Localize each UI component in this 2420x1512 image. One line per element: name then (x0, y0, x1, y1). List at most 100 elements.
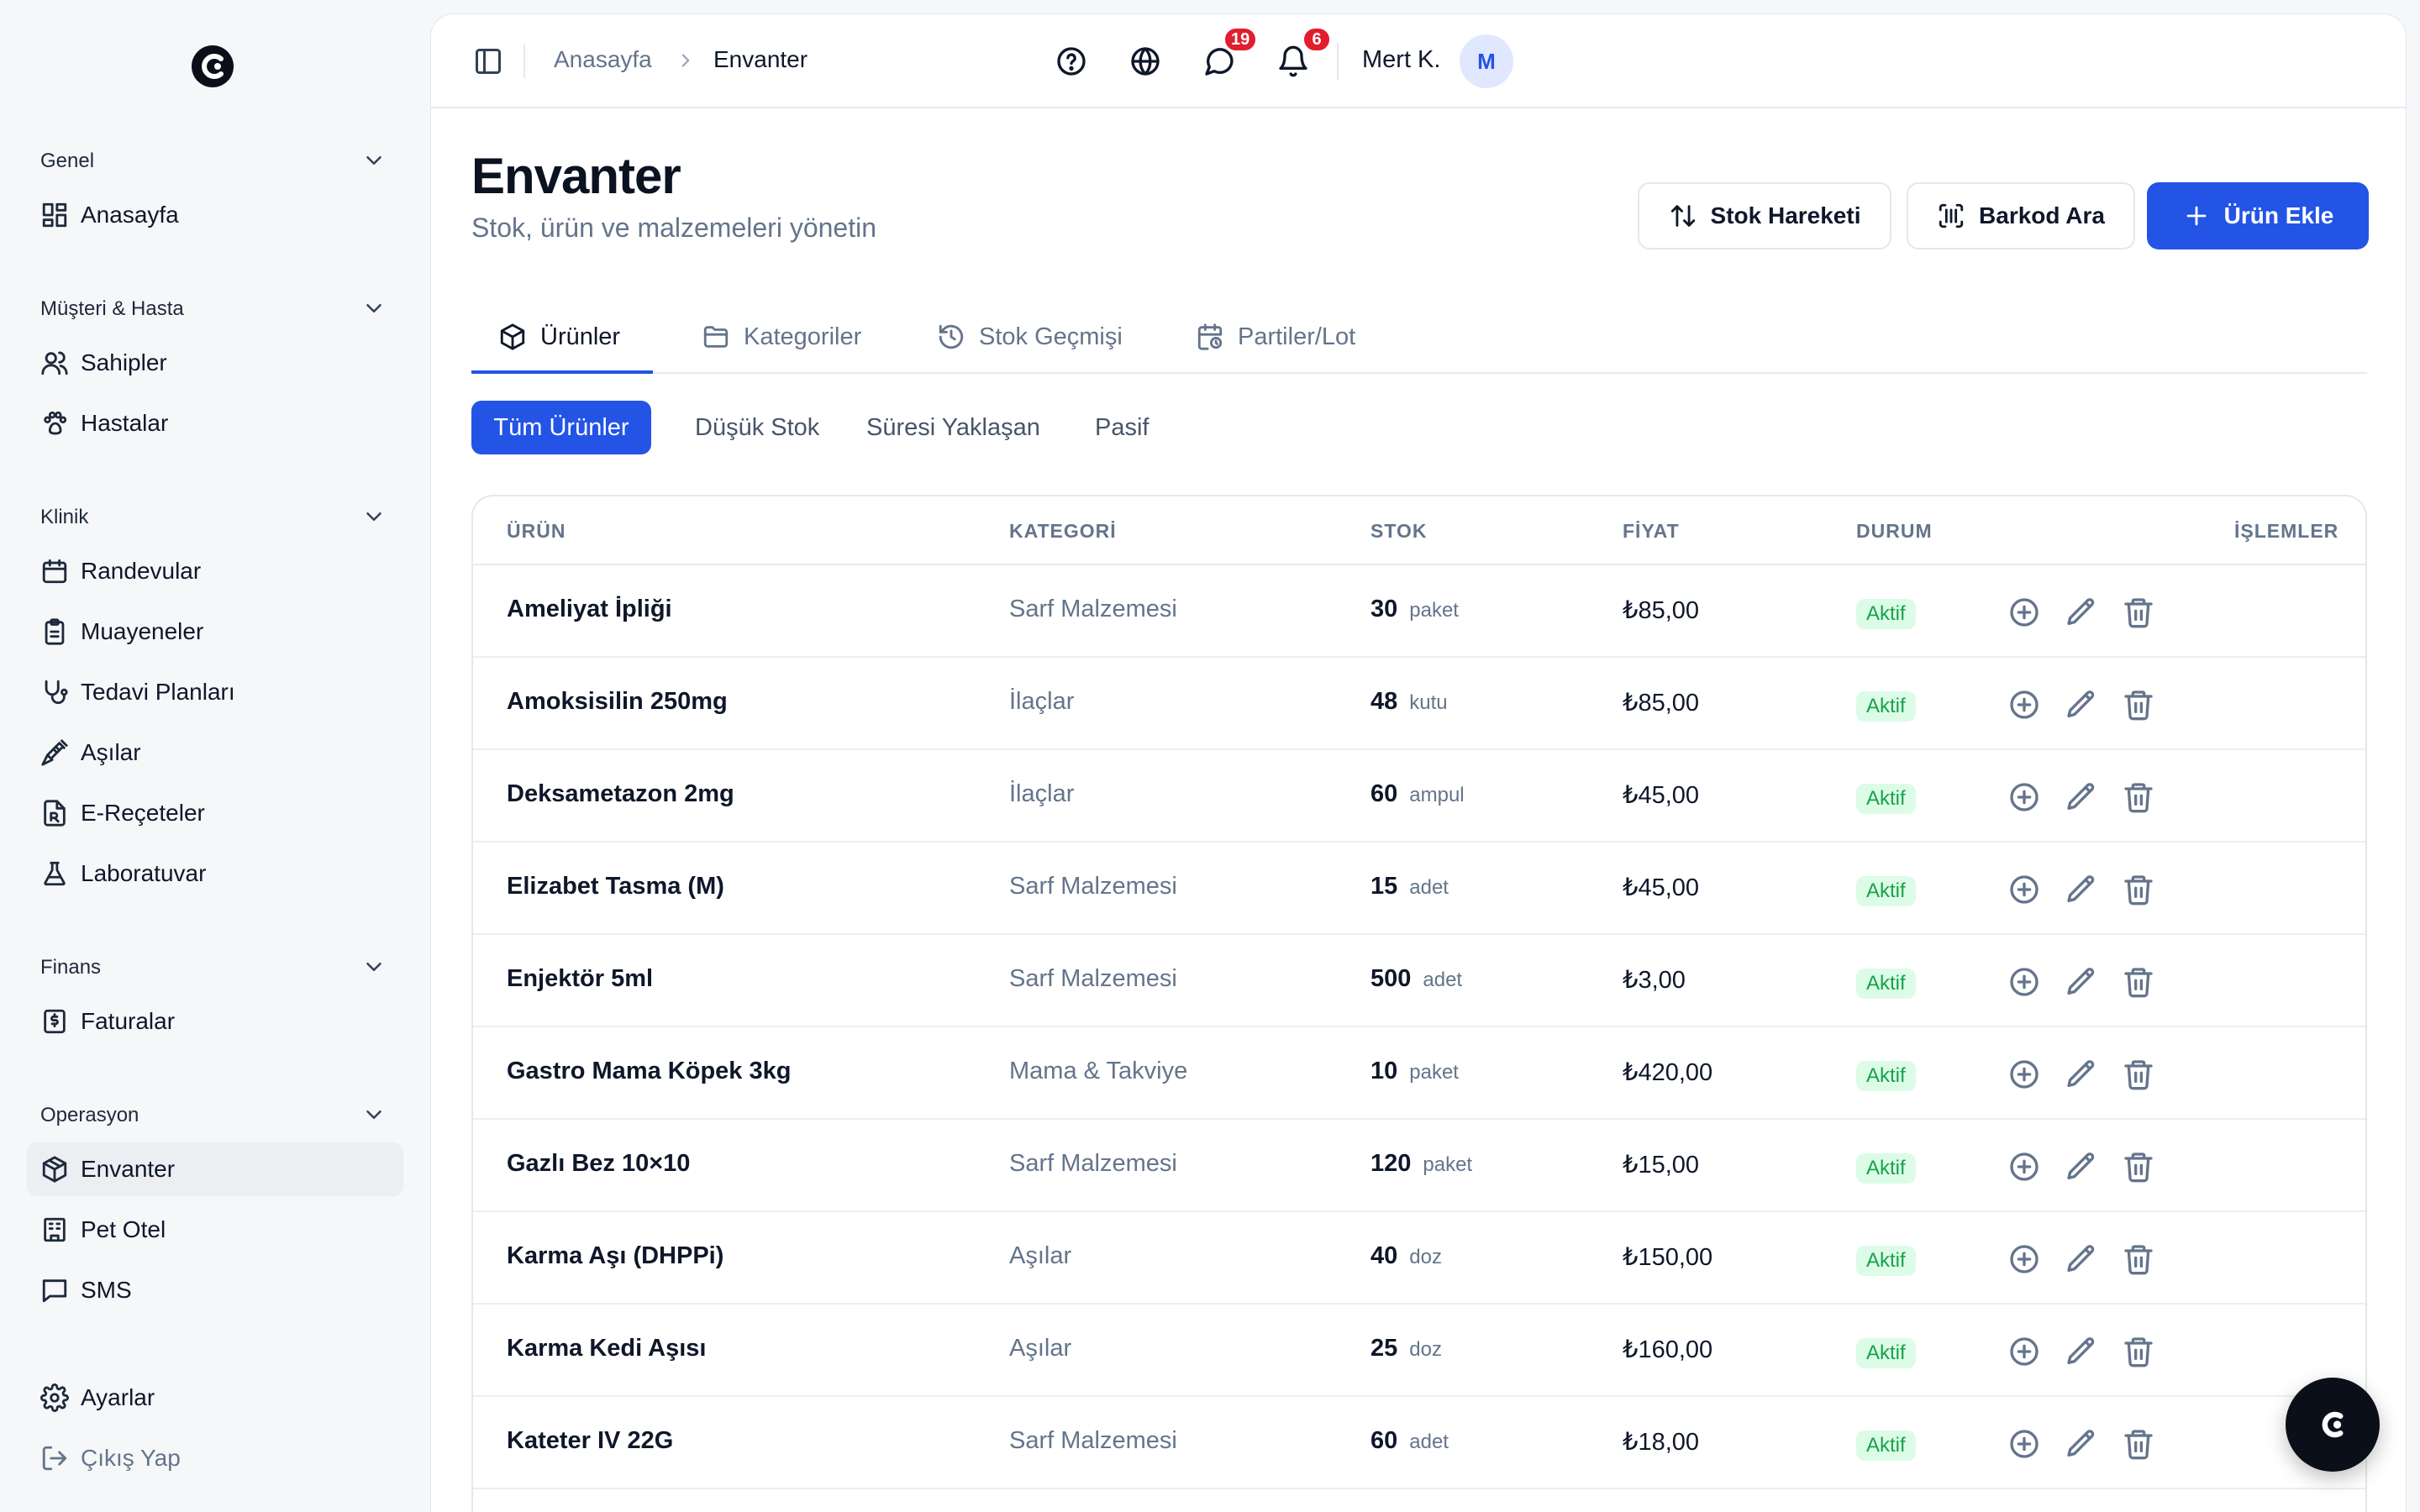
sidebar-item-anasayfa[interactable]: Anasayfa (27, 188, 403, 242)
add-stock-icon[interactable] (2007, 596, 2041, 629)
table-row[interactable]: Karma Kedi Aşısı Aşılar 25 doz ₺160,00 Aktif (473, 1305, 2365, 1397)
table-row[interactable]: Ameliyat İpliği Sarf Malzemesi 30 paket ₺85,… (473, 565, 2365, 658)
edit-icon[interactable] (2065, 688, 2098, 722)
column-header-product[interactable]: ÜRÜN (507, 520, 566, 543)
add-stock-icon[interactable] (2007, 688, 2041, 722)
chevron-down-icon[interactable] (361, 954, 387, 979)
table-row[interactable]: Gastro Mama Köpek 3kg Mama & Takviye 10 pak… (473, 1027, 2365, 1120)
edit-icon[interactable] (2065, 965, 2098, 999)
sidebar-item-cikis-yap[interactable]: Çıkış Yap (27, 1431, 403, 1485)
product-name[interactable]: Enjektör 5ml (507, 965, 653, 993)
add-stock-icon[interactable] (2007, 780, 2041, 814)
avatar[interactable]: M (1460, 34, 1513, 88)
sidebar-item-asilar[interactable]: Aşılar (27, 726, 403, 780)
chevron-down-icon[interactable] (361, 504, 387, 529)
product-category: Aşılar (1009, 1335, 1072, 1362)
product-name[interactable]: Karma Kedi Aşısı (507, 1335, 706, 1362)
bell-icon[interactable] (1276, 45, 1310, 78)
add-stock-icon[interactable] (2007, 1058, 2041, 1091)
add-stock-icon[interactable] (2007, 965, 2041, 999)
messages-badge: 19 (1223, 26, 1259, 53)
sidebar-item-faturalar[interactable]: Faturalar (27, 995, 403, 1048)
sidebar-item-laboratuvar[interactable]: Laboratuvar (27, 847, 403, 900)
delete-icon[interactable] (2122, 1335, 2155, 1368)
chevron-down-icon[interactable] (361, 1102, 387, 1127)
sidebar-item-sms[interactable]: SMS (27, 1263, 403, 1317)
product-name[interactable]: Amoksisilin 250mg (507, 688, 728, 716)
edit-icon[interactable] (2065, 596, 2098, 629)
sidebar-toggle-icon[interactable] (473, 46, 503, 76)
chevron-down-icon[interactable] (361, 148, 387, 173)
product-name[interactable]: Karma Aşı (DHPPi) (507, 1242, 723, 1270)
tab-urunler[interactable]: Ürünler (498, 300, 620, 374)
chevron-down-icon[interactable] (361, 296, 387, 321)
edit-icon[interactable] (2065, 873, 2098, 906)
delete-icon[interactable] (2122, 1427, 2155, 1461)
edit-icon[interactable] (2065, 780, 2098, 814)
filter-all-products[interactable]: Tüm Ürünler (471, 401, 651, 454)
product-name[interactable]: Ameliyat İpliği (507, 596, 672, 623)
sidebar-item-envanter[interactable]: Envanter (27, 1142, 403, 1196)
edit-icon[interactable] (2065, 1335, 2098, 1368)
sidebar-item-e-receteler[interactable]: E-Reçeteler (27, 786, 403, 840)
filter-expiring[interactable]: Süresi Yaklaşan (846, 401, 1060, 454)
tab-partiler-lot[interactable]: Partiler/Lot (1196, 300, 1355, 374)
table-row[interactable]: Kateter IV 22G Sarf Malzemesi 60 adet ₺18,00… (473, 1397, 2365, 1489)
product-name[interactable]: Elizabet Tasma (M) (507, 873, 724, 900)
sidebar-item-muayeneler[interactable]: Muayeneler (27, 605, 403, 659)
table-row[interactable]: Gazlı Bez 10×10 Sarf Malzemesi 120 paket ₺15… (473, 1120, 2365, 1212)
user-name[interactable]: Mert K. (1362, 46, 1440, 74)
sidebar-item-tedavi-planlari[interactable]: Tedavi Planları (27, 665, 403, 719)
paw-icon (40, 409, 69, 438)
add-stock-icon[interactable] (2007, 1427, 2041, 1461)
delete-icon[interactable] (2122, 596, 2155, 629)
tab-kategoriler[interactable]: Kategoriler (702, 300, 861, 374)
filter-low-stock[interactable]: Düşük Stok (675, 401, 839, 454)
sidebar-item-sahipler[interactable]: Sahipler (27, 336, 403, 390)
column-header-stock[interactable]: STOK (1370, 520, 1427, 543)
product-name[interactable]: Gastro Mama Köpek 3kg (507, 1058, 791, 1085)
edit-icon[interactable] (2065, 1150, 2098, 1184)
add-stock-icon[interactable] (2007, 873, 2041, 906)
filter-inactive[interactable]: Pasif (1075, 401, 1169, 454)
sidebar-item-randevular[interactable]: Randevular (27, 544, 403, 598)
sidebar-item-label: Laboratuvar (81, 860, 207, 886)
table-row[interactable]: Deksametazon 2mg İlaçlar 60 ampul ₺45,00 Akti… (473, 750, 2365, 843)
add-product-button[interactable]: Ürün Ekle (2147, 182, 2369, 249)
help-icon[interactable] (1055, 45, 1088, 78)
edit-icon[interactable] (2065, 1427, 2098, 1461)
sidebar-item-ayarlar[interactable]: Ayarlar (27, 1371, 403, 1425)
delete-icon[interactable] (2122, 1150, 2155, 1184)
column-header-price[interactable]: FİYAT (1623, 520, 1680, 543)
table-row[interactable]: Karma Aşı (DHPPi) Aşılar 40 doz ₺150,00 Aktif (473, 1212, 2365, 1305)
table-row[interactable]: Elizabet Tasma (M) Sarf Malzemesi 15 adet ₺4… (473, 843, 2365, 935)
globe-icon[interactable] (1128, 45, 1162, 78)
sidebar-item-pet-otel[interactable]: Pet Otel (27, 1203, 403, 1257)
delete-icon[interactable] (2122, 965, 2155, 999)
add-stock-icon[interactable] (2007, 1150, 2041, 1184)
assistant-fab-button[interactable] (2286, 1378, 2380, 1472)
column-header-status[interactable]: DURUM (1856, 520, 1933, 543)
barcode-search-button[interactable]: Barkod Ara (1907, 182, 2135, 249)
add-stock-icon[interactable] (2007, 1335, 2041, 1368)
message-icon (40, 1276, 69, 1305)
delete-icon[interactable] (2122, 780, 2155, 814)
delete-icon[interactable] (2122, 873, 2155, 906)
stock-movement-button[interactable]: Stok Hareketi (1638, 182, 1891, 249)
column-header-category[interactable]: KATEGORİ (1009, 520, 1117, 543)
add-stock-icon[interactable] (2007, 1242, 2041, 1276)
delete-icon[interactable] (2122, 688, 2155, 722)
table-row[interactable]: Amoksisilin 250mg İlaçlar 48 kutu ₺85,00 Akti… (473, 658, 2365, 750)
product-name[interactable]: Kateter IV 22G (507, 1427, 673, 1455)
tab-stok-gecmisi[interactable]: Stok Geçmişi (937, 300, 1123, 374)
edit-icon[interactable] (2065, 1242, 2098, 1276)
delete-icon[interactable] (2122, 1242, 2155, 1276)
sidebar-item-hastalar[interactable]: Hastalar (27, 396, 403, 450)
product-name[interactable]: Deksametazon 2mg (507, 780, 734, 808)
product-name[interactable]: Gazlı Bez 10×10 (507, 1150, 690, 1178)
edit-icon[interactable] (2065, 1058, 2098, 1091)
breadcrumb-home[interactable]: Anasayfa (554, 46, 652, 73)
delete-icon[interactable] (2122, 1058, 2155, 1091)
table-row[interactable]: Enjektör 5ml Sarf Malzemesi 500 adet ₺3,00 Ak… (473, 935, 2365, 1027)
brand-logo-icon[interactable] (190, 44, 235, 89)
